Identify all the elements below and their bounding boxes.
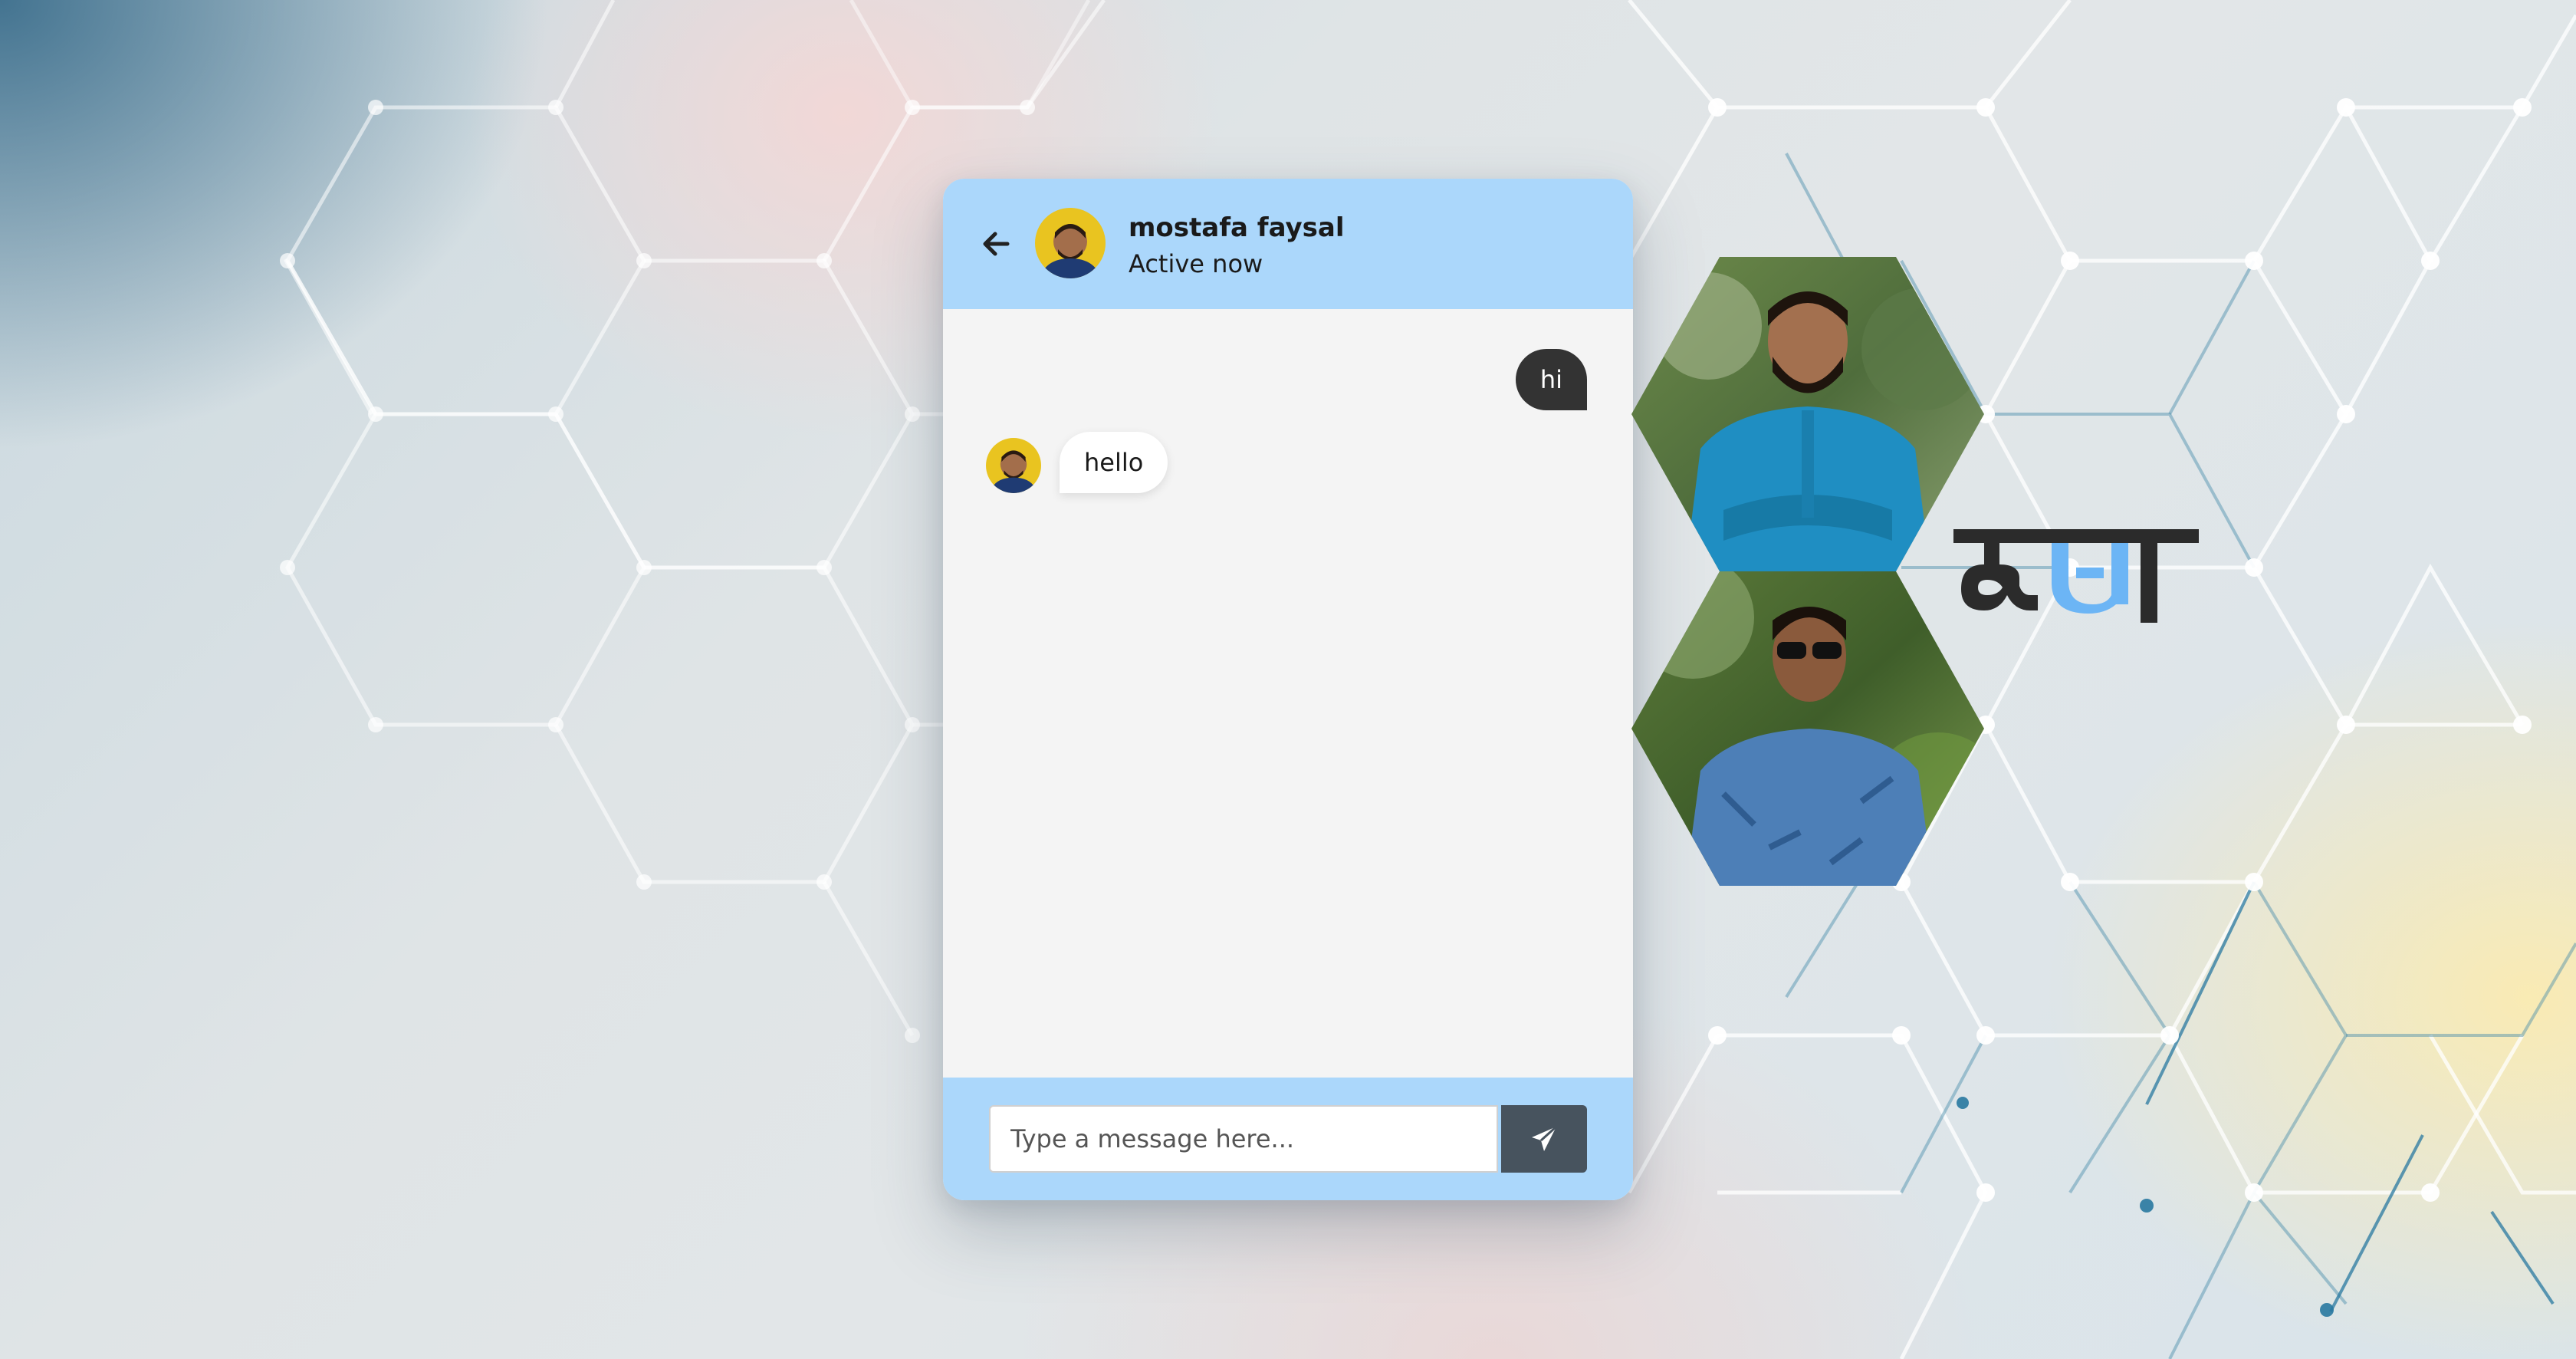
chat-header: mostafa faysal Active now (943, 179, 1633, 309)
contact-avatar[interactable] (1035, 208, 1106, 278)
contact-status: Active now (1129, 249, 1263, 278)
kotha-logo (1953, 529, 2199, 623)
arrow-left-icon (983, 232, 1010, 256)
profile-photo-hexagon-1 (1631, 257, 1984, 571)
message-incoming: hello (1060, 432, 1168, 493)
chat-footer (943, 1078, 1633, 1200)
message-input[interactable] (989, 1105, 1498, 1173)
message-outgoing: hi (1515, 349, 1587, 410)
profile-photo-hexagon-2 (1631, 571, 1984, 886)
contact-name: mostafa faysal (1129, 212, 1345, 243)
chat-window: mostafa faysal Active now hi hello (943, 179, 1633, 1200)
send-button[interactable] (1501, 1105, 1587, 1173)
incoming-message-avatar (986, 438, 1041, 493)
paper-plane-icon (1532, 1125, 1558, 1151)
back-button[interactable] (977, 225, 1015, 263)
